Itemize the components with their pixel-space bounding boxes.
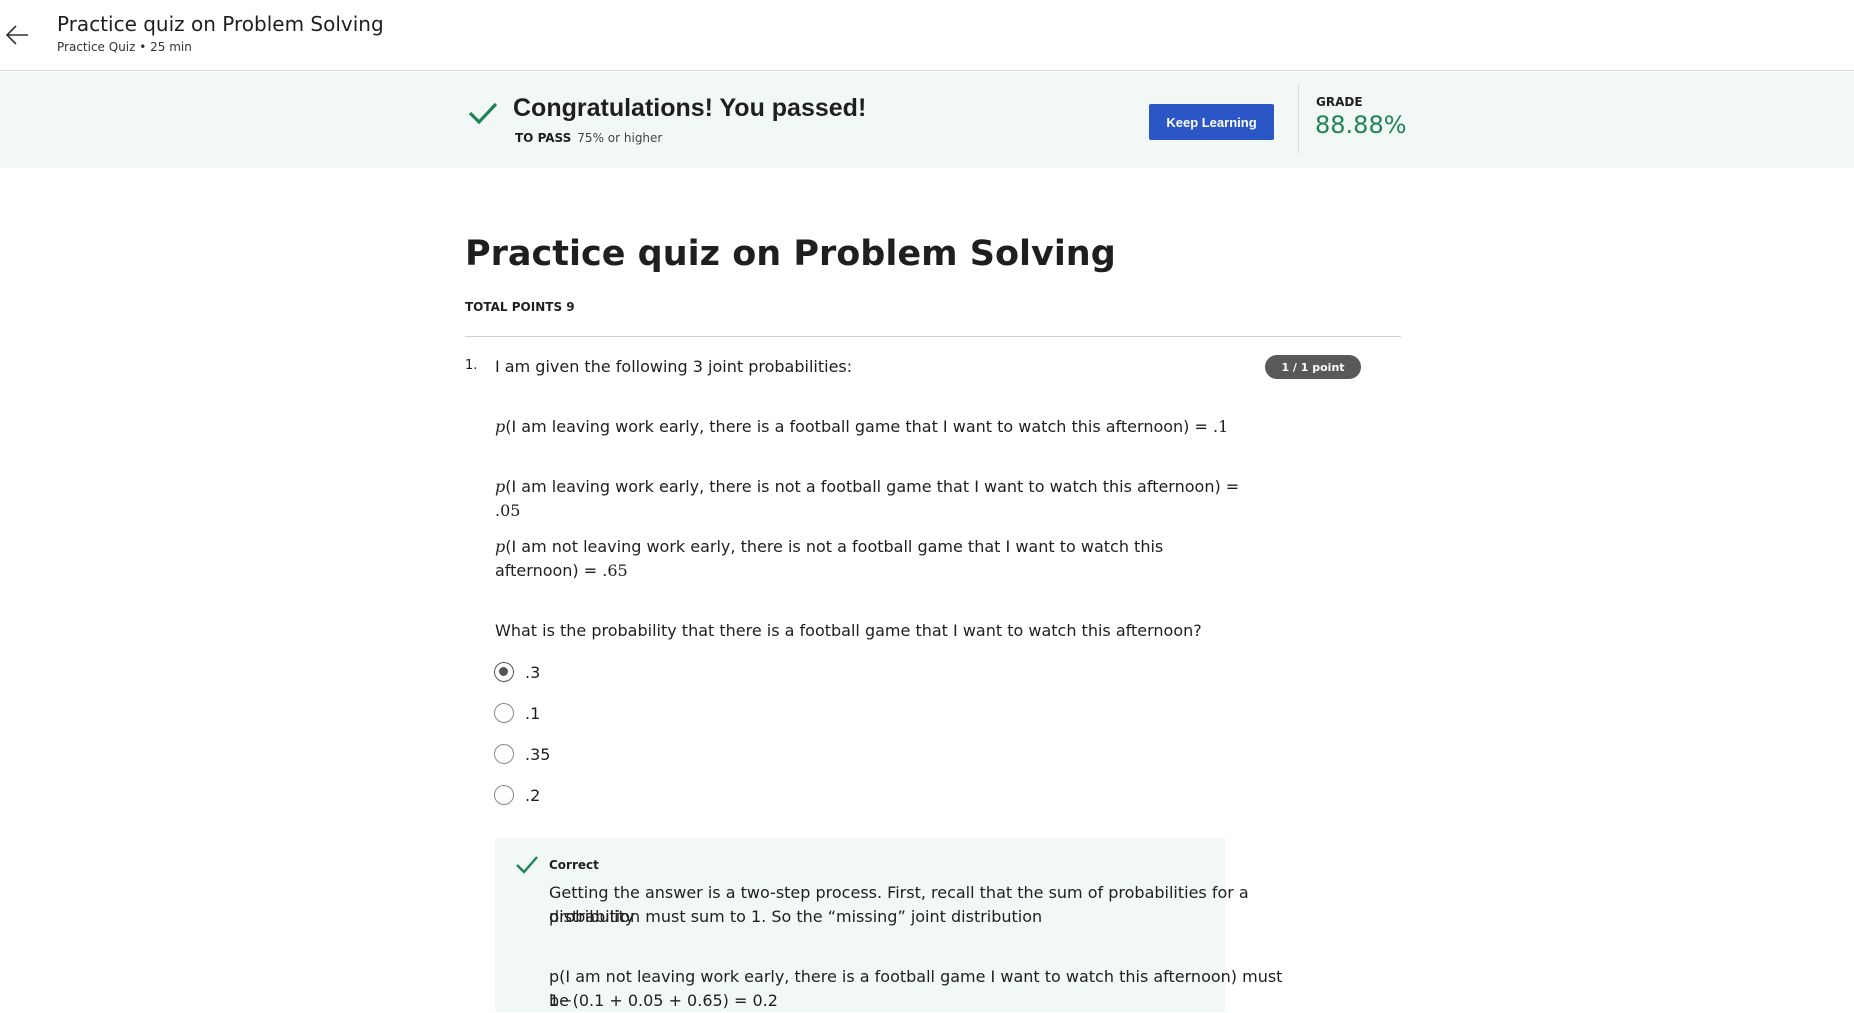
divider [1298, 84, 1299, 154]
check-icon [516, 856, 538, 874]
math-p: p [495, 477, 506, 496]
answer-option[interactable]: .2 [494, 783, 540, 807]
probability-text: (I am leaving work early, there is not a… [505, 477, 1240, 496]
radio-selected-icon[interactable] [494, 662, 514, 682]
answer-option[interactable]: .3 [494, 660, 540, 684]
check-icon [468, 102, 498, 125]
radio-icon[interactable] [494, 744, 514, 764]
probability-value: .1 [1213, 417, 1229, 436]
probability-text: (I am not leaving work early, there is n… [495, 537, 1164, 580]
probability-value: .05 [495, 501, 521, 520]
feedback-box: Correct Getting the answer is a two-step… [495, 838, 1282, 1012]
radio-icon[interactable] [494, 785, 514, 805]
page-title: Practice quiz on Problem Solving [465, 234, 1116, 274]
option-label: .1 [525, 703, 541, 723]
answer-option[interactable]: .35 [494, 742, 550, 766]
probability-line: p(I am leaving work early, there is not … [495, 475, 1255, 523]
grade-label: GRADE [1316, 95, 1363, 109]
answer-option[interactable]: .1 [494, 701, 540, 725]
grade-value: 88.88% [1315, 111, 1407, 139]
probability-line: p(I am not leaving work early, there is … [495, 535, 1225, 583]
points-badge: 1 / 1 point [1265, 355, 1361, 379]
math-p: p [495, 537, 506, 556]
feedback-text: distribution must sum to 1. So the “miss… [549, 907, 1043, 926]
question-number: 1. [465, 358, 478, 373]
feedback-label: Correct [549, 858, 599, 872]
probability-line: p(I am leaving work early, there is a fo… [495, 415, 1235, 439]
probability-value: .65 [602, 561, 628, 580]
arrow-left-icon [5, 25, 28, 45]
radio-icon[interactable] [494, 703, 514, 723]
divider [465, 336, 1401, 337]
probability-text: (I am leaving work early, there is a foo… [505, 417, 1213, 436]
header-subtitle: Practice Quiz • 25 min [57, 40, 192, 54]
pass-banner: Congratulations! You passed! TO PASS 75% … [0, 72, 1854, 168]
option-label: .2 [525, 785, 541, 805]
to-pass-label: TO PASS [515, 131, 572, 145]
feedback-formula: 1−(0.1 + 0.05 + 0.65) = 0.2 [549, 991, 778, 1010]
total-points: TOTAL POINTS 9 [465, 300, 575, 314]
option-label: .3 [525, 662, 541, 682]
math-p: p [495, 417, 506, 436]
to-pass-value: 75% or higher [577, 131, 663, 145]
top-header: Practice quiz on Problem Solving Practic… [0, 0, 1854, 71]
question-intro: I am given the following 3 joint probabi… [495, 357, 853, 376]
question-prompt: What is the probability that there is a … [495, 621, 1202, 640]
option-label: .35 [525, 744, 551, 764]
back-button[interactable] [0, 18, 34, 52]
pass-heading: Congratulations! You passed! [513, 94, 867, 122]
keep-learning-button[interactable]: Keep Learning [1149, 104, 1274, 140]
header-title: Practice quiz on Problem Solving [57, 12, 384, 36]
pass-requirement: TO PASS 75% or higher [515, 131, 662, 145]
